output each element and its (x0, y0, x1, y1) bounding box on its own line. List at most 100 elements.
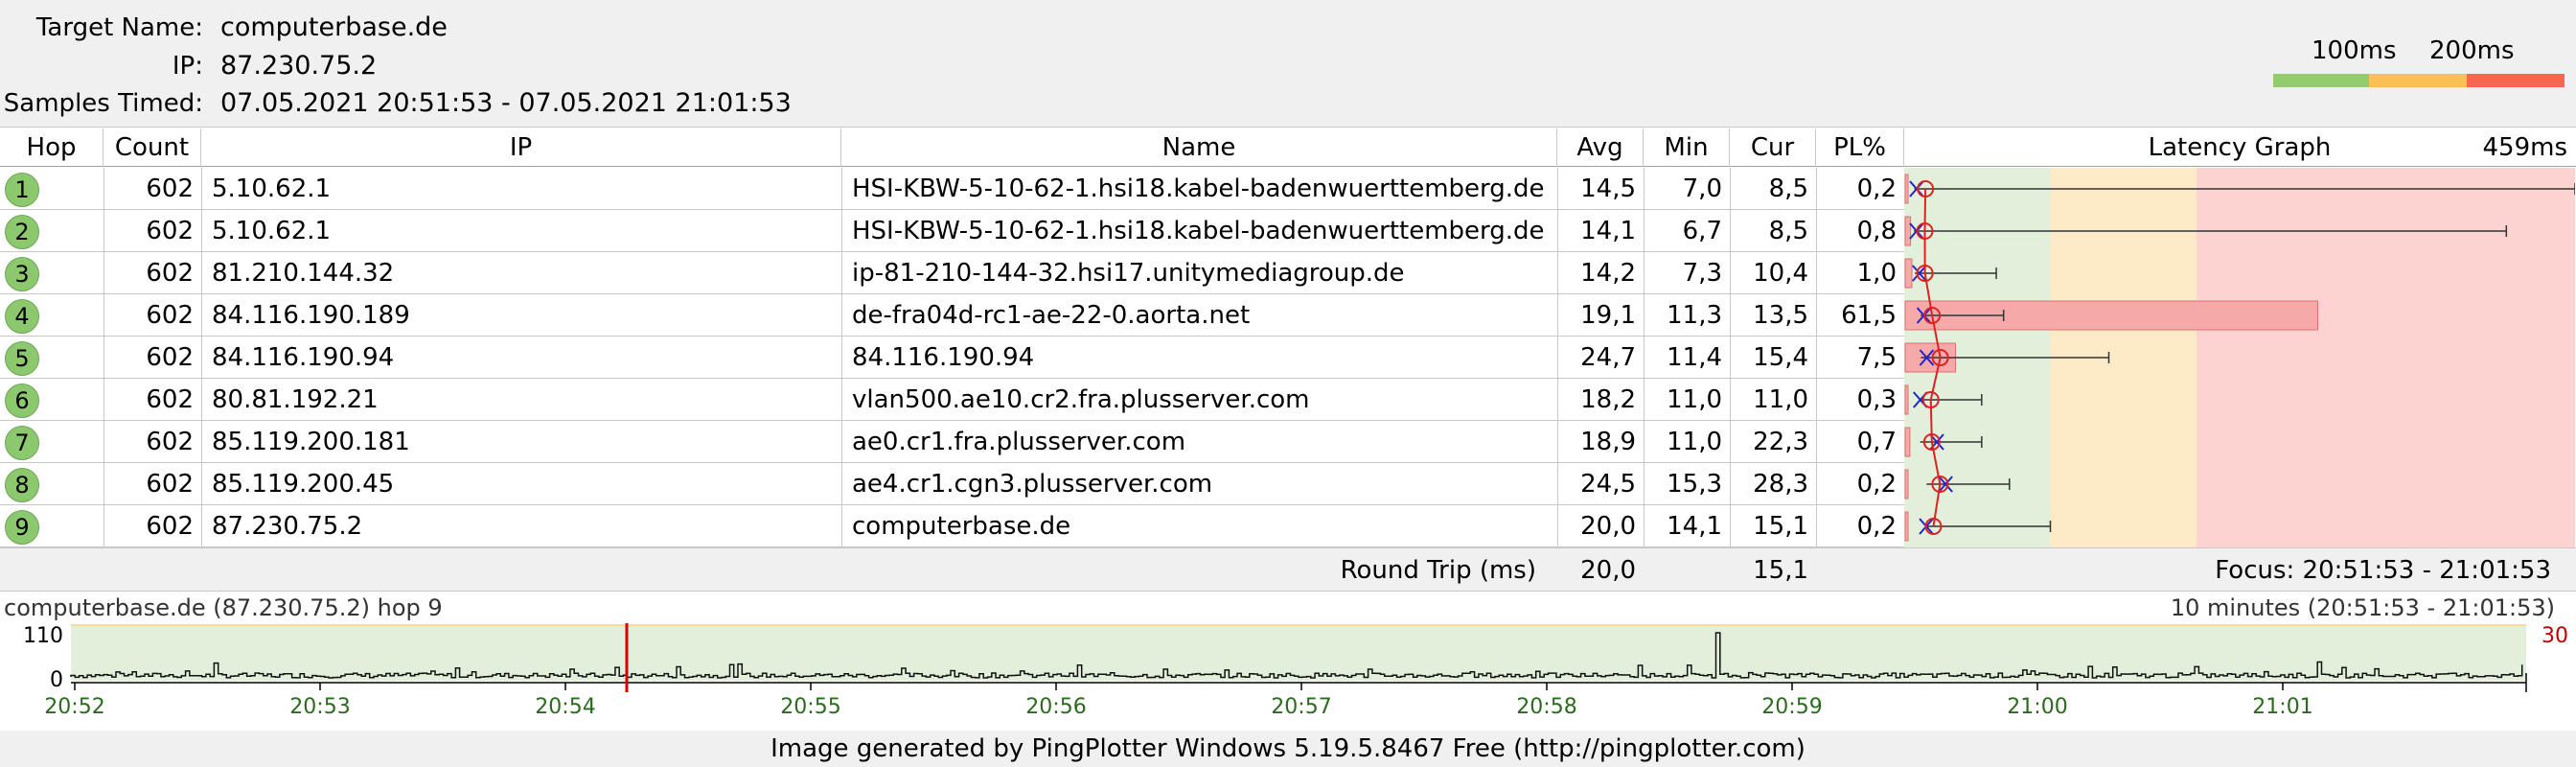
cell-name: HSI-KBW-5-10-62-1.hsi18.kabel-badenwuert… (852, 217, 1545, 245)
cell-name: vlan500.ae10.cr2.fra.plusserver.com (852, 385, 1310, 414)
table-row[interactable]: 5 602 84.116.190.94 84.116.190.94 24,7 11,4 15… (0, 337, 1904, 379)
timeline-tick-label: 20:55 (780, 695, 840, 719)
timeline-tick-label: 20:52 (44, 695, 104, 719)
cell-min: 11,0 (1667, 428, 1722, 456)
legend-yellow-segment (2369, 74, 2467, 87)
column-divider (841, 463, 842, 505)
legend-100ms-label: 100ms (2312, 36, 2397, 65)
cell-pl: 0,2 (1856, 470, 1897, 499)
column-divider (201, 168, 202, 210)
table-row[interactable]: 2 602 5.10.62.1 HSI-KBW-5-10-62-1.hsi18.kab… (0, 210, 1904, 252)
table-row[interactable]: 1 602 5.10.62.1 HSI-KBW-5-10-62-1.hsi18.kab… (0, 168, 1904, 210)
cell-min: 11,0 (1667, 385, 1722, 414)
cell-ip: 81.210.144.32 (212, 259, 395, 288)
column-min[interactable]: Min (1644, 128, 1730, 167)
cell-ip: 87.230.75.2 (212, 512, 363, 541)
hop-number-badge: 5 (5, 341, 39, 376)
cell-min: 11,3 (1667, 301, 1722, 330)
table-row[interactable]: 4 602 84.116.190.189 de-fra04d-rc1-ae-22-0.… (0, 294, 1904, 337)
cell-cur: 10,4 (1753, 259, 1808, 288)
latency-graph-max: 459ms (2482, 133, 2568, 162)
cell-pl: 61,5 (1841, 301, 1897, 330)
timeline-y-min-label: 0 (50, 668, 63, 692)
graph-zone-red (2196, 168, 2575, 547)
column-divider (201, 252, 202, 294)
column-divider (201, 210, 202, 252)
column-divider (201, 421, 202, 463)
round-trip-cur: 15,1 (1753, 556, 1808, 585)
column-latency-graph[interactable]: Latency Graph 459ms (1904, 128, 2575, 167)
table-row[interactable]: 9 602 87.230.75.2 computerbase.de 20,0 14,1 15… (0, 505, 1904, 547)
cell-min: 11,4 (1667, 343, 1722, 372)
cell-cur: 28,3 (1753, 470, 1808, 499)
hop-number-badge: 4 (5, 299, 39, 334)
cell-count: 602 (146, 512, 194, 541)
table-row[interactable]: 8 602 85.119.200.45 ae4.cr1.cgn3.plusserver… (0, 463, 1904, 505)
timeline-tick-label: 20:56 (1025, 695, 1086, 719)
packet-loss-bar (1904, 174, 1909, 204)
cell-count: 602 (146, 259, 194, 288)
timeline-tick-label: 20:53 (289, 695, 350, 719)
hop-number-badge: 6 (5, 384, 39, 418)
packet-loss-bar (1904, 427, 1911, 457)
cell-ip: 85.119.200.181 (212, 428, 410, 456)
cell-count: 602 (146, 301, 194, 330)
cell-avg: 18,9 (1580, 428, 1636, 456)
column-ip[interactable]: IP (201, 128, 841, 167)
column-cur[interactable]: Cur (1730, 128, 1816, 167)
cell-ip: 80.81.192.21 (212, 385, 379, 414)
table-row[interactable]: 3 602 81.210.144.32 ip-81-210-144-32.hsi17.… (0, 252, 1904, 294)
cell-name: HSI-KBW-5-10-62-1.hsi18.kabel-badenwuert… (852, 174, 1545, 203)
timeline-graph[interactable]: 110 0 30 20:52 20:53 20:54 20:55 20:56 20:57 20:5… (0, 621, 2576, 721)
packet-loss-bar (1904, 216, 1912, 246)
cell-ip: 85.119.200.45 (212, 470, 395, 499)
column-divider (201, 294, 202, 337)
cell-pl: 0,2 (1856, 512, 1897, 541)
column-pl[interactable]: PL% (1816, 128, 1904, 167)
cell-cur: 8,5 (1768, 217, 1808, 245)
legend-green-segment (2273, 74, 2369, 87)
cell-ip: 84.116.190.94 (212, 343, 395, 372)
footer-credit: Image generated by PingPlotter Windows 5… (0, 731, 2576, 767)
cell-count: 602 (146, 343, 194, 372)
ip-value: 87.230.75.2 (220, 51, 378, 81)
column-divider (841, 294, 842, 337)
timeline-background (71, 625, 2526, 681)
column-divider (201, 337, 202, 379)
round-trip-avg: 20,0 (1580, 556, 1636, 585)
cell-ip: 5.10.62.1 (212, 174, 332, 203)
column-avg[interactable]: Avg (1557, 128, 1644, 167)
cell-ip: 84.116.190.189 (212, 301, 410, 330)
column-divider (841, 505, 842, 547)
table-row[interactable]: 6 602 80.81.192.21 vlan500.ae10.cr2.fra.plu… (0, 379, 1904, 421)
column-hop[interactable]: Hop (0, 128, 104, 167)
summary-header: Target Name: computerbase.de IP: 87.230.… (0, 0, 2576, 128)
hop-number-badge: 7 (5, 426, 39, 460)
timeline-y-max-label: 110 (23, 624, 63, 648)
column-name[interactable]: Name (841, 128, 1557, 167)
hop-table: 1 602 5.10.62.1 HSI-KBW-5-10-62-1.hsi18.kab… (0, 168, 1904, 547)
column-count[interactable]: Count (104, 128, 201, 167)
column-divider (201, 505, 202, 547)
timeline-range: 10 minutes (20:51:53 - 21:01:53) (2170, 594, 2555, 621)
hop-number-badge: 8 (5, 468, 39, 502)
cell-pl: 1,0 (1856, 259, 1897, 288)
cell-name: computerbase.de (852, 512, 1071, 541)
cell-cur: 15,4 (1753, 343, 1808, 372)
cell-pl: 0,2 (1856, 174, 1897, 203)
cell-cur: 11,0 (1753, 385, 1808, 414)
column-divider (841, 337, 842, 379)
timeline-tick-label: 20:58 (1516, 695, 1576, 719)
legend-200ms-label: 200ms (2429, 36, 2515, 65)
cell-avg: 24,5 (1580, 470, 1636, 499)
cell-count: 602 (146, 385, 194, 414)
packet-loss-bar (1904, 258, 1913, 289)
cell-pl: 0,8 (1856, 217, 1897, 245)
cell-avg: 14,2 (1580, 259, 1636, 288)
cell-min: 7,0 (1682, 174, 1722, 203)
table-row[interactable]: 7 602 85.119.200.181 ae0.cr1.fra.plusserver… (0, 421, 1904, 463)
cell-avg: 14,1 (1580, 217, 1636, 245)
cell-cur: 15,1 (1753, 512, 1808, 541)
column-divider (841, 168, 842, 210)
cell-pl: 0,3 (1856, 385, 1897, 414)
